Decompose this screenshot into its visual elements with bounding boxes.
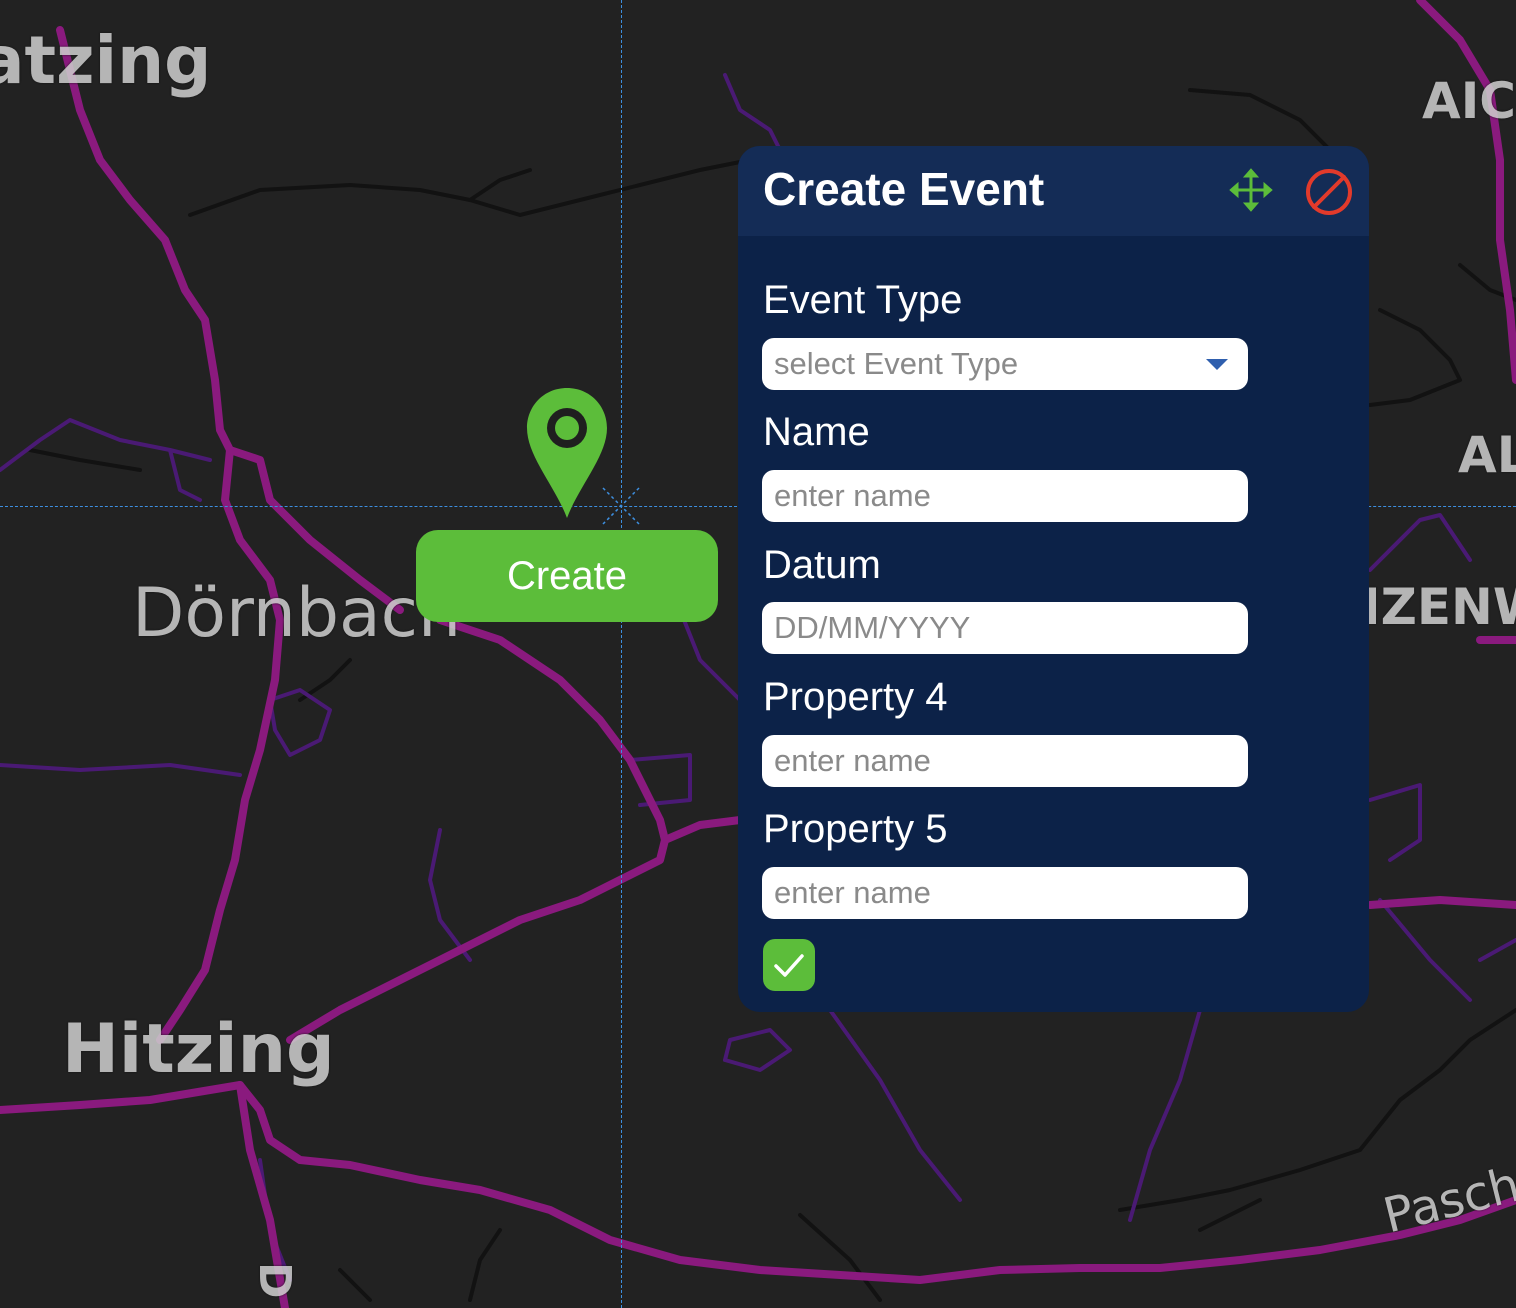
datum-input[interactable]: [762, 602, 1248, 654]
property5-input[interactable]: [762, 867, 1248, 919]
location-pin-icon[interactable]: [525, 386, 609, 520]
property4-label: Property 4: [763, 675, 948, 719]
map-label-aic: AIC: [1422, 72, 1516, 130]
panel-title: Create Event: [763, 163, 1045, 215]
checkmark-icon: [774, 954, 804, 977]
create-button[interactable]: Create: [416, 530, 718, 622]
confirm-checkbox[interactable]: [763, 939, 815, 991]
map-label-hitzing: Hitzing: [62, 1010, 335, 1089]
map-label-d: D: [249, 1262, 300, 1299]
name-input[interactable]: [762, 470, 1248, 522]
event-type-label: Event Type: [763, 278, 963, 322]
name-label: Name: [763, 410, 870, 454]
create-event-panel: Create Event Event Type select Event Typ…: [738, 146, 1369, 1012]
event-type-select[interactable]: select Event Type: [762, 338, 1248, 390]
map-label-atzing: atzing: [0, 22, 212, 99]
property5-label: Property 5: [763, 807, 948, 851]
panel-header[interactable]: Create Event: [738, 146, 1369, 236]
datum-label: Datum: [763, 543, 881, 587]
map-label-al: AL: [1458, 426, 1516, 484]
cancel-circle-icon[interactable]: [1304, 167, 1354, 217]
map-label-izenw: IZENW: [1362, 578, 1516, 636]
crosshair-vertical: [621, 0, 622, 1308]
map-label-dornbach: Dörnbach: [132, 574, 462, 653]
event-type-placeholder: select Event Type: [774, 346, 1019, 381]
property4-input[interactable]: [762, 735, 1248, 787]
chevron-down-icon: [1206, 358, 1228, 370]
move-arrows-icon[interactable]: [1229, 168, 1273, 212]
